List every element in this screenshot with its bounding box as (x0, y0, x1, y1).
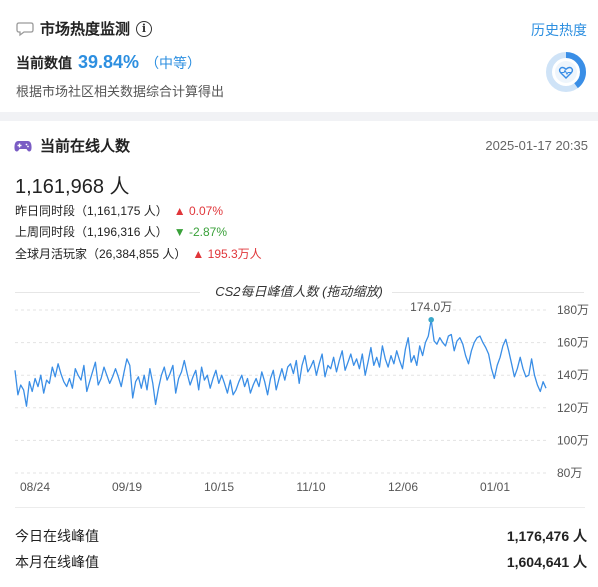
heat-current-label: 当前数值 (16, 55, 72, 71)
heat-gauge (546, 52, 586, 92)
heat-description: 根据市场社区相关数据综合计算得出 (16, 84, 225, 99)
peak-point (428, 316, 434, 323)
x-tick-label: 01/01 (480, 480, 510, 494)
month-peak-value: 1,604,641 人 (506, 554, 587, 570)
month-peak-label: 本月在线峰值 (15, 554, 99, 570)
peak-divider (15, 507, 585, 508)
x-tick-label: 08/24 (20, 480, 50, 494)
y-tick-label: 160万 (557, 336, 589, 350)
online-players-card: 当前在线人数 2025-01-17 20:35 1,161,968 人 昨日同时… (0, 121, 598, 587)
info-icon[interactable]: i (136, 20, 153, 37)
today-peak-value: 1,176,476 人 (506, 528, 587, 544)
x-tick-label: 11/10 (296, 480, 325, 494)
history-heat-link[interactable]: 历史热度 (531, 20, 587, 40)
heat-title: 市场热度监测 (40, 21, 131, 38)
y-tick-label: 100万 (557, 433, 589, 447)
peak-players-chart[interactable]: 80万 100万 120万 140万 160万 180万 08/24 09/19 10/15 11… (0, 121, 598, 587)
y-tick-label: 80万 (557, 466, 582, 480)
series-line (14, 319, 547, 407)
y-tick-label: 120万 (557, 401, 589, 415)
section-divider (0, 112, 598, 121)
x-tick-label: 10/15 (204, 480, 234, 494)
heat-current-value: 39.84% (78, 52, 140, 72)
peak-label: 174.0万 (410, 300, 452, 314)
chat-bubble-icon (16, 21, 34, 36)
market-heat-card: 市场热度监测 i 历史热度 当前数值 39.84% （中等） 根据市场社区相关数… (0, 0, 598, 112)
heat-level: （中等） (145, 55, 202, 71)
y-tick-label: 180万 (557, 303, 589, 317)
heat-header: 市场热度监测 i (16, 18, 153, 39)
heat-current-line: 当前数值 39.84% （中等） (16, 52, 201, 73)
y-tick-label: 140万 (557, 368, 589, 382)
today-peak-label: 今日在线峰值 (15, 528, 99, 544)
x-tick-label: 09/19 (112, 480, 142, 494)
x-tick-label: 12/06 (388, 480, 418, 494)
